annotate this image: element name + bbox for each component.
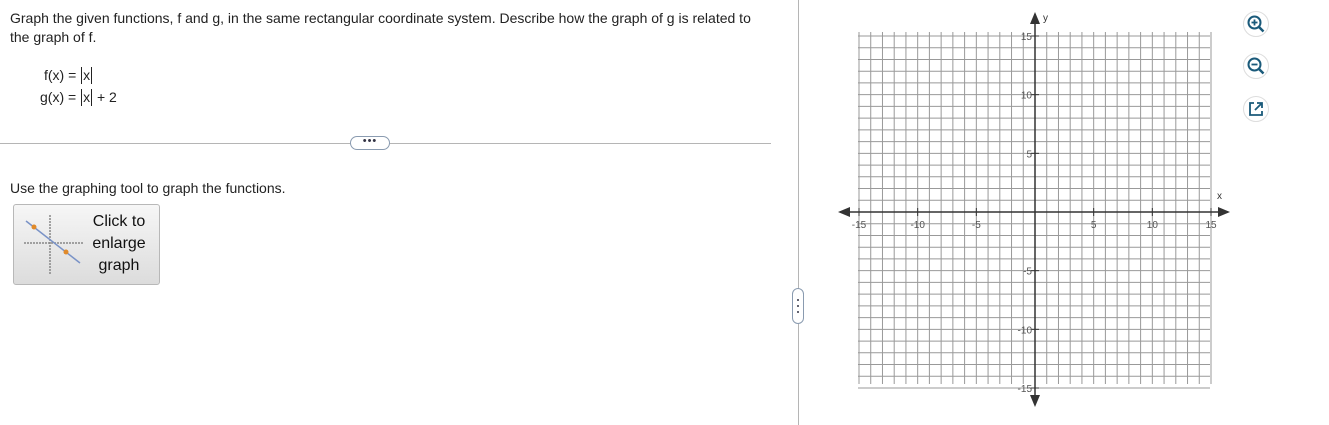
y-tick-label: -15 (1018, 384, 1033, 395)
expand-more-button[interactable]: ••• (350, 136, 390, 150)
abs-bar-left (81, 89, 83, 106)
x-axis-arrow-left (838, 207, 850, 217)
abs-bar-right (91, 67, 93, 84)
y-tick-label: 5 (1026, 149, 1032, 160)
y-tick-label: -5 (1023, 267, 1032, 278)
x-tick-label: -10 (910, 220, 925, 231)
function-f: f(x) = x (44, 66, 93, 85)
x-tick-label: -15 (852, 220, 867, 231)
instructions-text: Use the graphing tool to graph the funct… (10, 180, 286, 196)
x-tick-label: -5 (972, 220, 981, 231)
function-g-arg: x (83, 89, 91, 105)
question-text: Graph the given functions, f and g, in t… (10, 10, 751, 45)
function-g: g(x) = x + 2 (40, 88, 117, 107)
enlarge-graph-label: Click to enlarge graph (92, 213, 146, 274)
y-tick-label: -10 (1018, 325, 1033, 336)
zoom-in-button[interactable] (1242, 10, 1270, 38)
abs-bar-right (91, 89, 93, 106)
function-g-lhs: g(x) = (40, 89, 81, 105)
x-axis-arrow-right (1218, 207, 1230, 217)
zoom-out-button[interactable] (1242, 52, 1270, 80)
function-f-lhs: f(x) = (44, 67, 81, 83)
pane-resize-handle[interactable] (792, 288, 804, 324)
function-g-rhs: + 2 (93, 89, 117, 105)
function-f-arg: x (83, 67, 91, 83)
external-link-icon (1243, 96, 1269, 122)
y-tick-label: 15 (1021, 32, 1033, 43)
graph-thumbnail-icon (24, 215, 84, 275)
popout-button[interactable] (1242, 95, 1270, 123)
zoom-in-icon (1243, 11, 1269, 37)
y-axis-arrow-up (1030, 12, 1040, 24)
y-axis-arrow-down (1030, 395, 1040, 407)
zoom-out-icon (1243, 53, 1269, 79)
x-tick-label: 15 (1205, 220, 1217, 231)
x-tick-label: 10 (1147, 220, 1159, 231)
y-tick-label: 10 (1021, 91, 1033, 102)
pane-separator (798, 0, 799, 425)
x-axis-label: x (1217, 191, 1222, 202)
y-axis-label: y (1043, 13, 1048, 24)
enlarge-graph-button[interactable]: Click to enlarge graph (13, 204, 160, 285)
coordinate-graph[interactable]: x y -15 -10 -5 5 10 15 15 10 5 -5 -10 -15 (830, 0, 1240, 425)
x-tick-label: 5 (1091, 220, 1097, 231)
